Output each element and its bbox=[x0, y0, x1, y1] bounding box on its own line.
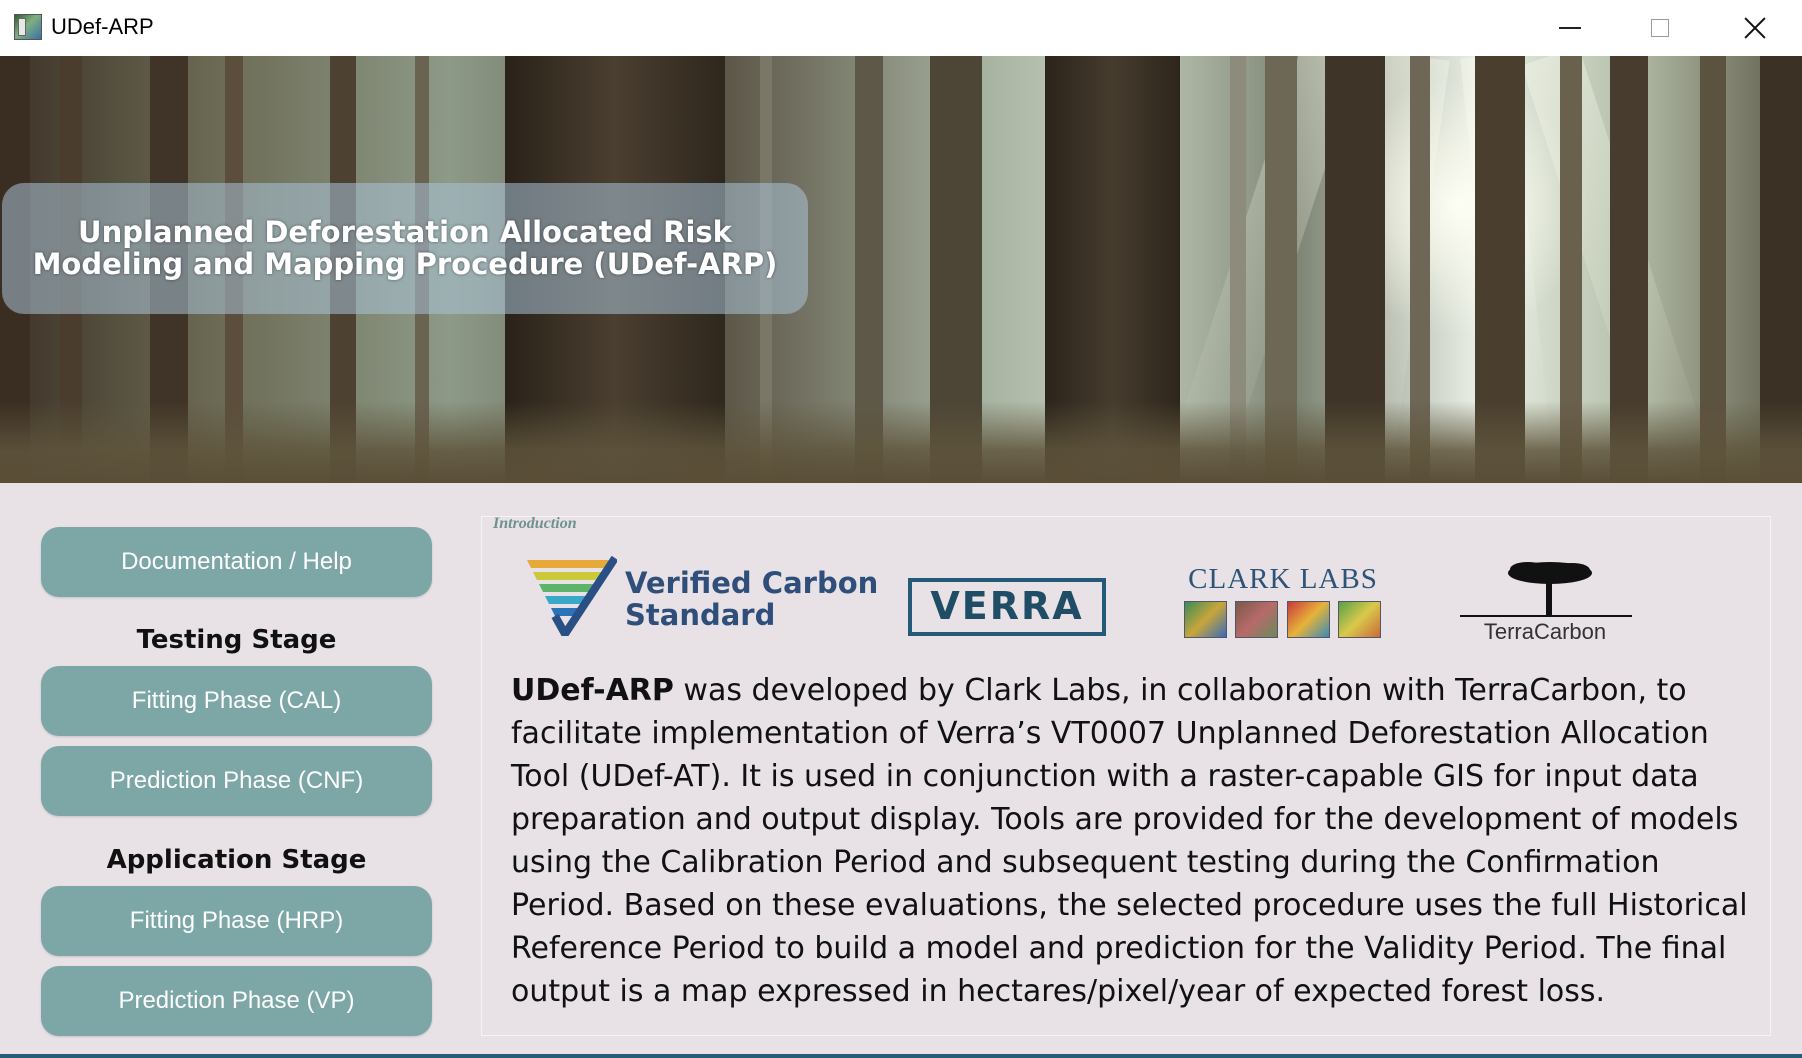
testing-stage-label: Testing Stage bbox=[136, 625, 337, 655]
maximize-icon bbox=[1651, 19, 1669, 37]
description-app-name: UDef-ARP bbox=[511, 673, 674, 708]
banner-title-line2: Modeling and Mapping Procedure (UDef-ARP… bbox=[32, 247, 778, 281]
fitting-phase-cal-button[interactable]: Fitting Phase (CAL) bbox=[41, 666, 432, 736]
clark-labs-tile-1 bbox=[1184, 601, 1227, 638]
banner-title: Unplanned Deforestation Allocated Risk M… bbox=[2, 216, 808, 280]
introduction-label: Introduction bbox=[493, 515, 577, 532]
prediction-phase-cnf-button[interactable]: Prediction Phase (CNF) bbox=[41, 746, 432, 816]
introduction-description: UDef-ARP was developed by Clark Labs, in… bbox=[511, 669, 1763, 1013]
app-icon bbox=[14, 14, 42, 40]
close-button[interactable] bbox=[1710, 0, 1800, 56]
prediction-phase-vp-button[interactable]: Prediction Phase (VP) bbox=[41, 966, 432, 1036]
documentation-help-button[interactable]: Documentation / Help bbox=[41, 527, 432, 597]
clark-labs-tile-2 bbox=[1235, 601, 1278, 638]
close-icon bbox=[1744, 17, 1766, 39]
vcs-logo-text: Verified Carbon Standard bbox=[625, 567, 878, 631]
banner-title-line1: Unplanned Deforestation Allocated Risk bbox=[78, 215, 732, 249]
main-panel: Documentation / Help Testing Stage Fitti… bbox=[0, 483, 1802, 1058]
fitting-phase-hrp-button[interactable]: Fitting Phase (HRP) bbox=[41, 886, 432, 956]
window-title: UDef-ARP bbox=[51, 14, 154, 39]
vcs-line2: Standard bbox=[625, 598, 776, 632]
terracarbon-logo-text: TerraCarbon bbox=[1483, 619, 1607, 644]
clark-labs-logo-text: CLARK LABS bbox=[1188, 563, 1378, 595]
verra-logo-text: VERRA bbox=[930, 584, 1084, 628]
terracarbon-tree-icon bbox=[1460, 562, 1632, 617]
minimize-icon bbox=[1559, 27, 1581, 29]
window-bottom-edge bbox=[0, 1054, 1802, 1058]
description-body: was developed by Clark Labs, in collabor… bbox=[511, 673, 1748, 1009]
maximize-button[interactable] bbox=[1615, 0, 1705, 56]
clark-labs-tile-4 bbox=[1338, 601, 1381, 638]
minimize-button[interactable] bbox=[1525, 0, 1615, 56]
application-stage-label: Application Stage bbox=[106, 845, 367, 875]
vcs-check-icon bbox=[527, 556, 617, 636]
forest-banner-image: Unplanned Deforestation Allocated Risk M… bbox=[0, 56, 1802, 483]
clark-labs-tile-3 bbox=[1287, 601, 1330, 638]
title-bar: UDef-ARP bbox=[0, 0, 1802, 56]
vcs-line1: Verified Carbon bbox=[625, 566, 879, 600]
